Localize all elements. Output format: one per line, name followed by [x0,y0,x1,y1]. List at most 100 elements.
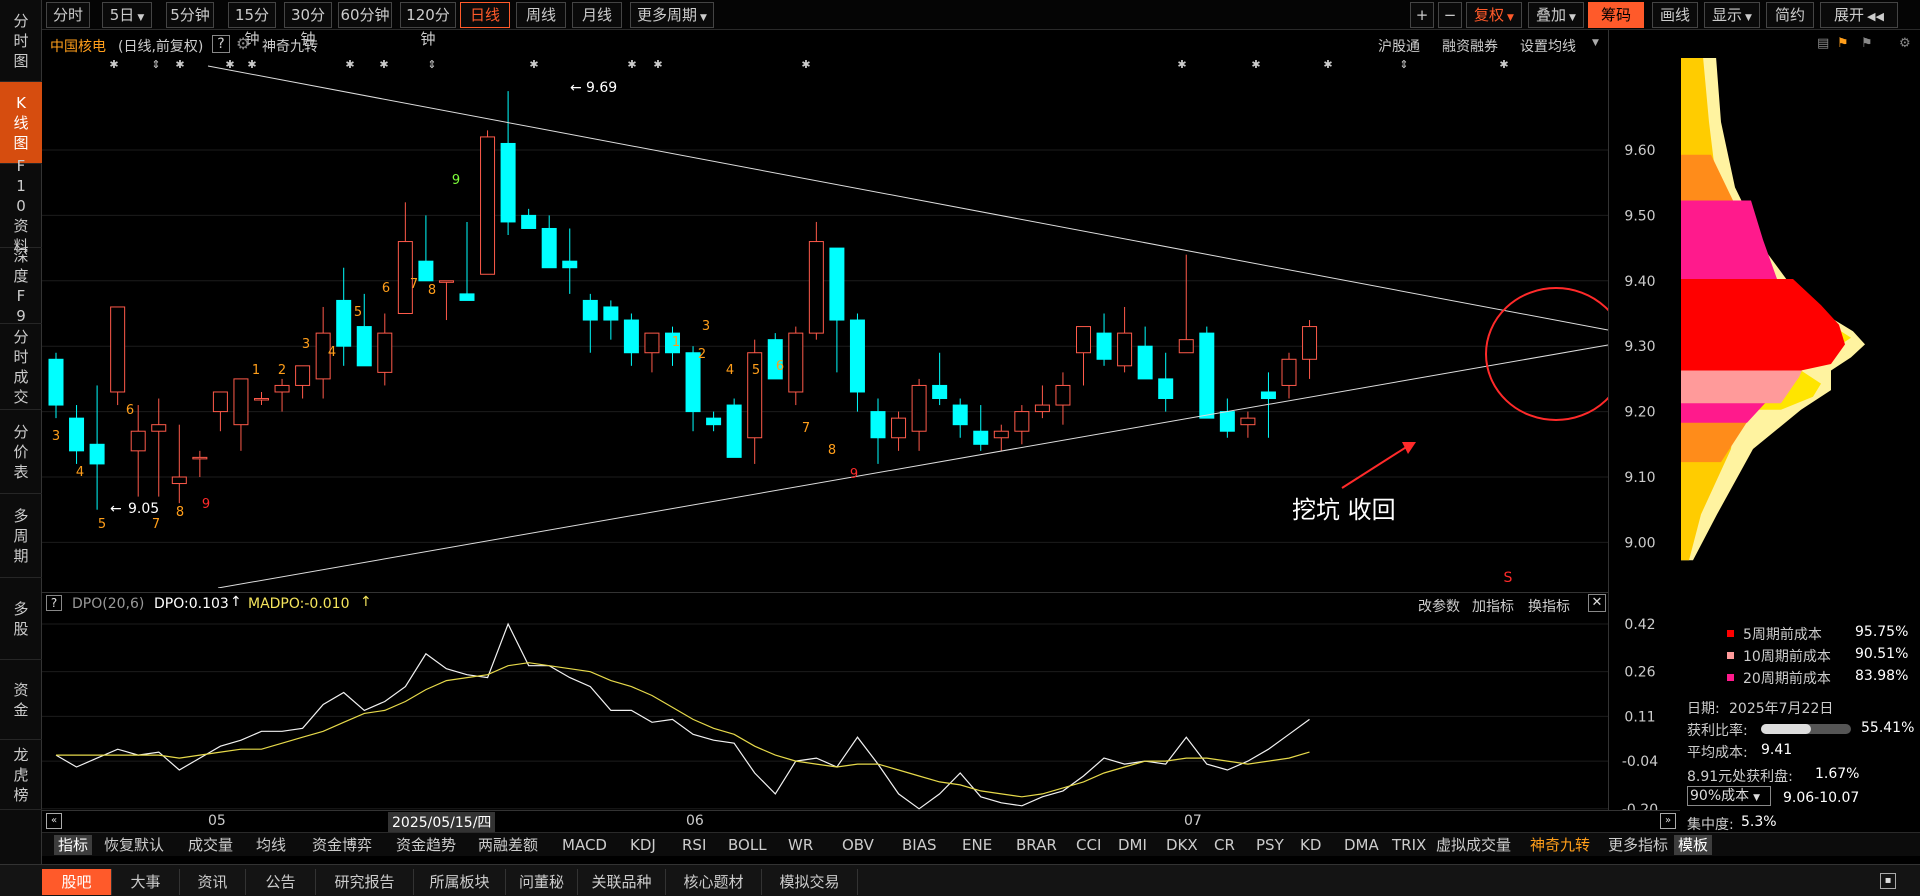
candlestick-chart[interactable]: ✱ ⇕ ✱ ✱ ✱ ✱ ✱ ⇕ ✱ ✱ ✱ ✱ ✱ ✱ ✱ ⇕ ✱9.69←9.05←34567891 23456… [42,58,1608,588]
help-button[interactable]: ? [212,35,230,53]
indicator-tab-13[interactable]: BIAS [902,835,937,855]
nav-item-7[interactable]: 多股 [0,578,42,660]
footer-tab-4[interactable]: 研究报告 [316,869,414,895]
period-button-15min[interactable]: 15分钟 [228,2,276,48]
scroll-right-icon[interactable]: » [1660,813,1676,829]
more-periods-button[interactable]: 更多周期 ▼ [630,2,714,28]
maximize-icon[interactable]: ▪ [1880,873,1896,889]
nine-turn-label: 5 [98,517,106,532]
indicator-tab-11[interactable]: WR [788,835,813,855]
nav-item-9[interactable]: 龙虎榜 [0,740,42,810]
indicator-tab-17[interactable]: DMI [1118,835,1147,855]
footer-tab-5[interactable]: 所属板块 [414,869,506,895]
period-button-monthly[interactable]: 月线 [572,2,622,28]
indicator-tab-23[interactable]: TRIX [1392,835,1426,855]
indicator-tab-18[interactable]: DKX [1166,835,1198,855]
nav-item-3[interactable]: 深度F9 [0,247,42,325]
nav-item-8[interactable]: 资金 [0,660,42,740]
period-button-5min[interactable]: 5分钟 [166,2,214,28]
zoom-in-button[interactable]: + [1410,2,1434,28]
indicator-tab-2[interactable]: 成交量 [188,835,233,855]
indicator-tab-7[interactable]: MACD [562,835,607,855]
indicator-tab-19[interactable]: CR [1214,835,1235,855]
indicator-tab-8[interactable]: KDJ [630,835,656,855]
indicator-tab-26[interactable]: 更多指标 [1608,835,1668,855]
cost-select[interactable]: 90%成本 ▼ [1687,786,1771,806]
scroll-left-icon[interactable]: « [46,813,62,829]
expand-label: 展开 [1834,6,1865,24]
candle-body [89,443,105,465]
draw-line-button[interactable]: 画线 [1652,2,1698,28]
simple-button[interactable]: 简约 [1766,2,1814,28]
candle-body [788,332,804,393]
indicator-tab-5[interactable]: 资金趋势 [396,835,456,855]
footer-tab-9[interactable]: 模拟交易 [762,869,858,895]
period-button-5day[interactable]: 5日 ▼ [102,2,152,28]
indicator-tab-20[interactable]: PSY [1256,835,1284,855]
nine-turn-label: 6 [126,403,134,418]
candle-body [1034,404,1050,413]
footer-tab-7[interactable]: 关联品种 [578,869,666,895]
nav-item-4[interactable]: 分时成交 [0,324,42,410]
zoom-out-button[interactable]: − [1438,2,1462,28]
indicator-tab-24[interactable]: 虚拟成交量 [1436,835,1511,855]
period-button-daily[interactable]: 日线 [460,2,510,28]
display-button[interactable]: 显示 ▼ [1704,2,1760,28]
close-icon[interactable]: ✕ [1588,594,1606,612]
chips-button[interactable]: 筹码 [1588,2,1644,28]
adjust-button[interactable]: 复权 ▼ [1466,2,1522,28]
dpo-help-button[interactable]: ? [46,595,62,611]
candle-body [1281,358,1297,386]
nav-item-5[interactable]: 分价表 [0,410,42,494]
period-button-30min[interactable]: 30分钟 [284,2,332,48]
candle-body [48,358,64,406]
chip-settings-icon[interactable]: ⚙ [1899,36,1911,51]
indicator-tab-9[interactable]: RSI [682,835,706,855]
footer-tab-0[interactable]: 股吧 [42,869,112,895]
indicator-tab-22[interactable]: DMA [1344,835,1379,855]
indicator-tab-16[interactable]: CCI [1076,835,1101,855]
indicator-tab-25[interactable]: 神奇九转 [1530,835,1590,855]
indicator-tab-0[interactable]: 指标 [54,835,93,855]
period-button-60min[interactable]: 60分钟 [338,2,392,28]
chip-flag2-icon[interactable]: ⚑ [1861,36,1873,51]
overlay-button[interactable]: 叠加 ▼ [1528,2,1584,28]
indicator-tab-4[interactable]: 资金博弈 [312,835,372,855]
gear-icon[interactable]: ⚙ [236,34,250,53]
candle-body [110,306,126,393]
nav-item-1[interactable]: K线图 [0,82,42,164]
period-button-fenshi[interactable]: 分时 [46,2,90,28]
indicator-tab-12[interactable]: OBV [842,835,874,855]
ma-settings-link[interactable]: 设置均线 [1520,36,1576,56]
nav-item-6[interactable]: 多周期 [0,494,42,578]
nav-item-2[interactable]: F10资料 [0,157,42,255]
indicator-tab-1[interactable]: 恢复默认 [104,835,164,855]
chip-mode-icon[interactable]: ▤ [1817,36,1829,51]
footer-tab-8[interactable]: 核心题材 [666,869,762,895]
overlay-label: 叠加 [1536,6,1567,24]
expand-button[interactable]: 展开 ◀◀ [1820,2,1898,28]
margin-trading-link[interactable]: 融资融券 [1442,36,1498,56]
indicator-tab-10[interactable]: BOLL [728,835,767,855]
candle-body [644,332,660,354]
indicator-name[interactable]: 神奇九转 [262,36,318,56]
nav-item-0[interactable]: 分时图 [0,0,42,82]
period-button-120min[interactable]: 120分钟 [400,2,456,48]
dpo-chart[interactable] [42,612,1608,810]
footer-tab-1[interactable]: 大事 [112,869,180,895]
chip-flag-icon[interactable]: ⚑ [1837,36,1849,51]
indicator-tab-6[interactable]: 两融差额 [478,835,538,855]
footer-tab-3[interactable]: 公告 [246,869,316,895]
footer-tab-2[interactable]: 资讯 [180,869,246,895]
period-button-weekly[interactable]: 周线 [516,2,566,28]
nine-turn-label: 3 [302,337,310,352]
footer-tab-6[interactable]: 问董秘 [506,869,578,895]
dpo-title[interactable]: DPO(20,6) [72,596,144,612]
signal-mark: ✱ [1499,58,1508,71]
indicator-tab-15[interactable]: BRAR [1016,835,1057,855]
indicator-tab-21[interactable]: KD [1300,835,1321,855]
indicator-tab-3[interactable]: 均线 [256,835,286,855]
indicator-tab-14[interactable]: ENE [962,835,992,855]
indicator-tab-27[interactable]: 模板 [1674,835,1713,855]
hk-connect-link[interactable]: 沪股通 [1378,36,1420,56]
